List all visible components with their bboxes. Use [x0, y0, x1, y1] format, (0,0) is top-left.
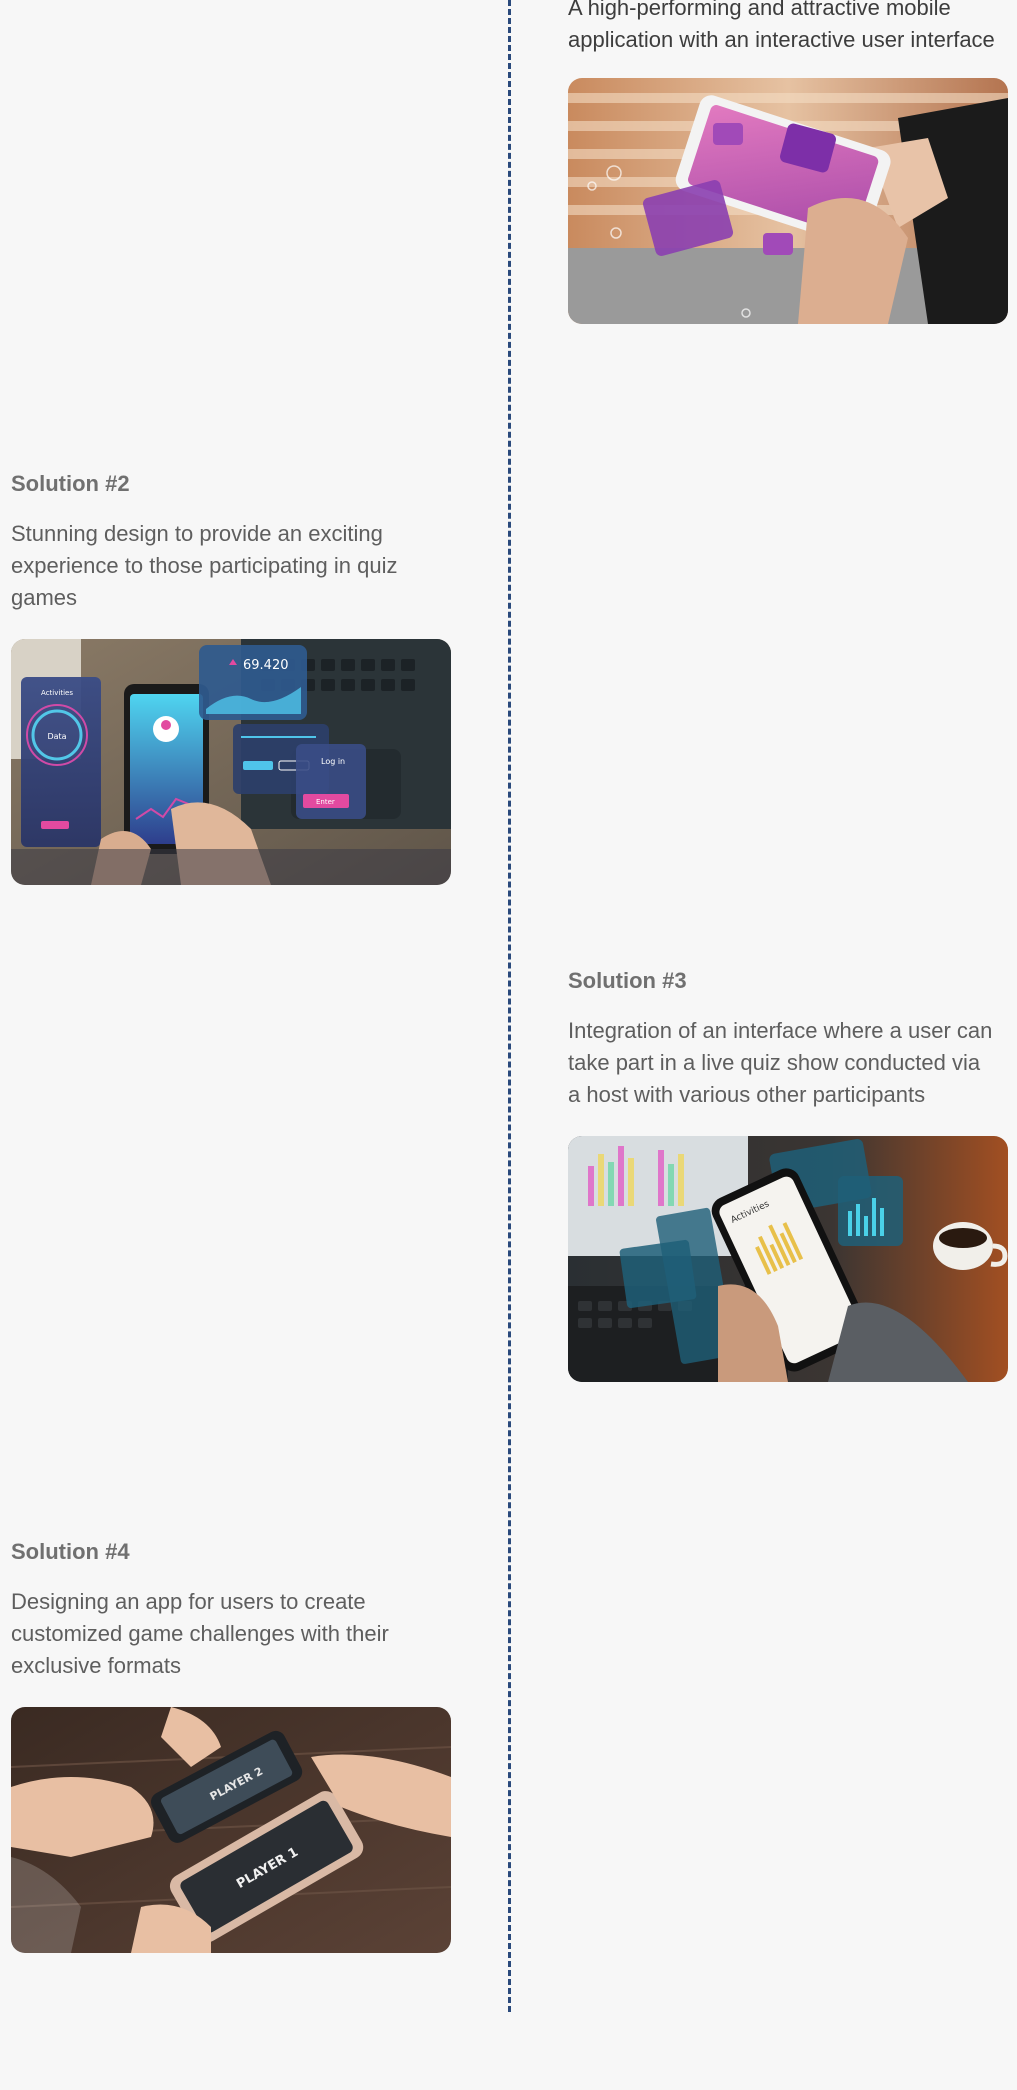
solution-3-block: Solution #3 Integration of an interface …: [568, 967, 1008, 1382]
timeline-dashed-line: [508, 0, 511, 2012]
solution-3-description: Integration of an interface where a user…: [568, 1018, 993, 1107]
solution-1-block: A high-performing and attractive mobile …: [568, 0, 1008, 324]
solution-2-enter-label: Enter: [316, 798, 335, 806]
solution-4-image: PLAYER 2 PLAYER 1: [11, 1707, 451, 1953]
solution-4-title: Solution #4: [11, 1539, 130, 1564]
solution-3-title: Solution #3: [568, 968, 687, 993]
solution-2-data-label: Data: [47, 732, 66, 741]
solution-3-image: Activities: [568, 1136, 1008, 1382]
solution-2-image: Data Activities 69.420 Log in Enter: [11, 639, 451, 885]
solution-2-activities-label: Activities: [41, 689, 73, 697]
solution-1-image: [568, 78, 1008, 324]
solution-4-description: Designing an app for users to create cus…: [11, 1589, 389, 1678]
solution-4-block: Solution #4 Designing an app for users t…: [11, 1538, 451, 1953]
solution-1-description: A high-performing and attractive mobile …: [568, 0, 995, 52]
solution-2-title: Solution #2: [11, 471, 130, 496]
solution-2-block: Solution #2 Stunning design to provide a…: [11, 470, 451, 885]
solution-2-stat-value: 69.420: [243, 658, 289, 673]
solution-2-login-label: Log in: [321, 757, 345, 766]
solutions-page: A high-performing and attractive mobile …: [0, 0, 1017, 2090]
solution-2-description: Stunning design to provide an exciting e…: [11, 521, 398, 610]
